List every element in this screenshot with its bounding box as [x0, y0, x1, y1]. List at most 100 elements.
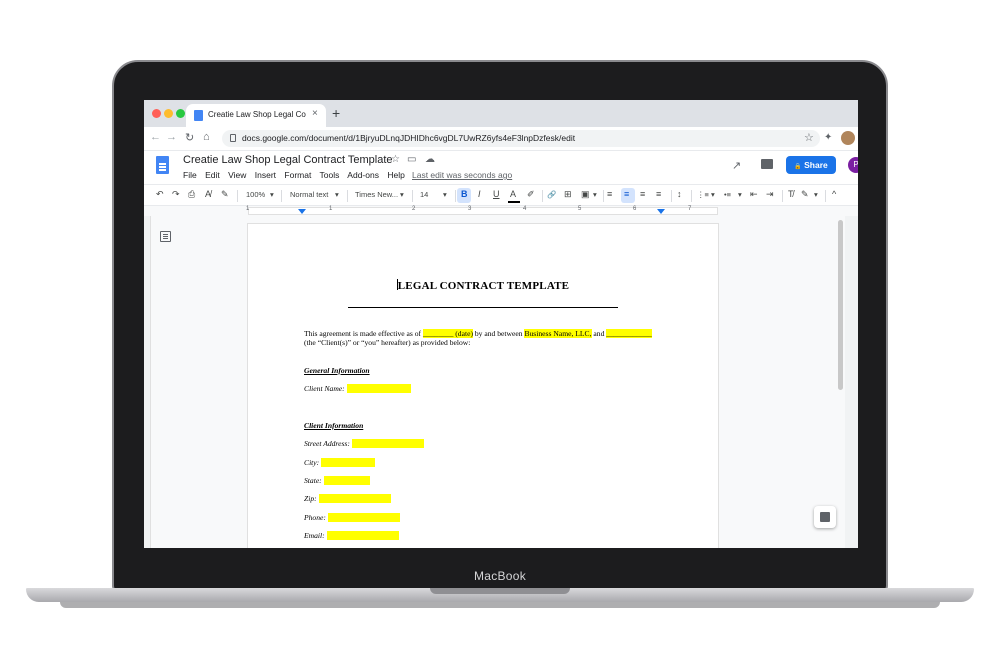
stage: MacBook Creatie Law Shop Legal Contra × …	[0, 0, 1000, 667]
forward-icon[interactable]: →	[166, 131, 177, 143]
zoom-select[interactable]: 100%	[246, 190, 265, 199]
insert-image-icon[interactable]: ▣	[581, 189, 590, 200]
paint-format-icon[interactable]: ✎	[221, 189, 229, 200]
intro-text-1: This agreement is made effective as of	[304, 329, 423, 338]
explore-button[interactable]	[814, 506, 836, 528]
city-field[interactable]: City:	[304, 458, 376, 467]
home-icon[interactable]: ⌂	[203, 131, 210, 143]
phone-blank[interactable]	[327, 513, 400, 522]
clear-formatting-icon[interactable]: T̸	[788, 189, 794, 199]
decrease-indent-icon[interactable]: ⇤	[750, 189, 758, 200]
font-size-select[interactable]: 14	[420, 190, 428, 199]
street-address-field[interactable]: Street Address:	[304, 439, 424, 448]
collapse-menus-icon[interactable]: ^	[832, 189, 836, 199]
party-placeholder[interactable]: ____________	[606, 329, 652, 338]
bookmark-star-icon[interactable]: ☆	[804, 131, 814, 144]
left-indent-marker[interactable]	[298, 209, 306, 214]
editing-mode-icon[interactable]: ✎	[801, 189, 809, 200]
tab-close-icon[interactable]: ×	[312, 108, 318, 119]
state-field[interactable]: State:	[304, 476, 370, 485]
redo-icon[interactable]: ↷	[172, 189, 180, 200]
zip-field[interactable]: Zip:	[304, 494, 391, 503]
underline-button[interactable]: U	[493, 189, 500, 199]
intro-line-1[interactable]: This agreement is made effective as of _…	[304, 329, 652, 338]
window-minimize-button[interactable]	[164, 109, 173, 118]
align-left-icon[interactable]: ≡	[607, 189, 612, 199]
insert-comment-icon[interactable]: ⊞	[564, 189, 572, 200]
client-information-heading[interactable]: Client Information	[304, 421, 363, 430]
font-dropdown-icon[interactable]: ▾	[400, 190, 404, 199]
editing-mode-dropdown-icon[interactable]: ▾	[814, 190, 818, 199]
undo-icon[interactable]: ↶	[156, 189, 164, 200]
window-close-button[interactable]	[152, 109, 161, 118]
city-blank[interactable]	[321, 458, 376, 467]
numbered-list-icon[interactable]: ⋮≡	[697, 190, 709, 199]
print-icon[interactable]: ⎙	[188, 189, 195, 200]
reload-icon[interactable]: ↻	[185, 131, 194, 144]
last-edit-link[interactable]: Last edit was seconds ago	[412, 170, 512, 180]
document-outline-icon[interactable]	[160, 231, 171, 242]
docs-logo-icon[interactable]	[156, 156, 169, 174]
text-color-button[interactable]: A	[510, 189, 516, 199]
bulleted-list-dropdown-icon[interactable]: ▾	[738, 190, 742, 199]
numbered-list-dropdown-icon[interactable]: ▾	[711, 190, 715, 199]
increase-indent-icon[interactable]: ⇥	[766, 189, 774, 200]
menu-insert[interactable]: Insert	[255, 170, 276, 180]
italic-button[interactable]: I	[478, 189, 481, 199]
activity-dashboard-icon[interactable]: ↗	[732, 159, 741, 172]
insert-link-icon[interactable]: 🔗	[547, 190, 556, 199]
zoom-dropdown-icon[interactable]: ▾	[270, 190, 274, 199]
paragraph-style-select[interactable]: Normal text	[290, 190, 328, 199]
browser-tab[interactable]: Creatie Law Shop Legal Contra ×	[186, 104, 326, 127]
window-maximize-button[interactable]	[176, 109, 185, 118]
star-document-icon[interactable]: ☆	[391, 154, 400, 165]
style-dropdown-icon[interactable]: ▾	[335, 190, 339, 199]
bulleted-list-icon[interactable]: •≡	[724, 190, 731, 199]
phone-field[interactable]: Phone:	[304, 513, 400, 522]
zip-blank[interactable]	[318, 494, 391, 503]
document-title[interactable]: Creatie Law Shop Legal Contract Template	[183, 154, 393, 166]
document-page[interactable]: LEGAL CONTRACT TEMPLATE This agreement i…	[248, 224, 718, 548]
state-blank[interactable]	[323, 476, 370, 485]
extensions-icon[interactable]: ✦	[824, 132, 832, 143]
new-tab-button[interactable]: +	[332, 105, 340, 121]
browser-tab-bar: Creatie Law Shop Legal Contra × +	[144, 100, 858, 127]
move-to-folder-icon[interactable]: ▭	[407, 154, 416, 165]
intro-line-2[interactable]: (the “Client(s)” or “you” hereafter) as …	[304, 338, 470, 347]
menu-add-ons[interactable]: Add-ons	[347, 170, 379, 180]
align-center-icon[interactable]: ≡	[624, 189, 629, 199]
share-button[interactable]: 🔒 Share	[786, 156, 836, 174]
right-indent-marker[interactable]	[657, 209, 665, 214]
menu-format[interactable]: Format	[284, 170, 311, 180]
email-field[interactable]: Email:	[304, 531, 399, 540]
address-bar[interactable]: docs.google.com/document/d/1BjryuDLnqJDH…	[222, 130, 820, 147]
menu-view[interactable]: View	[228, 170, 246, 180]
back-icon[interactable]: ←	[150, 131, 161, 143]
menu-edit[interactable]: Edit	[205, 170, 220, 180]
font-family-select[interactable]: Times New...	[355, 190, 398, 199]
justify-icon[interactable]: ≡	[656, 189, 661, 199]
date-placeholder[interactable]: ________ (date)	[423, 329, 473, 338]
line-spacing-icon[interactable]: ↕	[677, 189, 682, 199]
street-address-blank[interactable]	[351, 439, 424, 448]
browser-profile-avatar[interactable]	[841, 131, 855, 145]
size-dropdown-icon[interactable]: ▾	[443, 190, 447, 199]
menu-help[interactable]: Help	[387, 170, 404, 180]
bold-button[interactable]: B	[461, 189, 468, 199]
align-right-icon[interactable]: ≡	[640, 189, 645, 199]
menu-file[interactable]: File	[183, 170, 197, 180]
comment-history-icon[interactable]	[761, 159, 773, 169]
cloud-status-icon[interactable]: ☁	[425, 154, 435, 165]
business-name-placeholder[interactable]: Business Name, LLC,	[524, 329, 592, 338]
account-avatar[interactable]: P	[848, 157, 858, 173]
image-dropdown-icon[interactable]: ▾	[593, 190, 597, 199]
document-heading[interactable]: LEGAL CONTRACT TEMPLATE	[248, 279, 718, 292]
menu-tools[interactable]: Tools	[320, 170, 340, 180]
client-name-field[interactable]: Client Name:	[304, 384, 411, 393]
email-blank[interactable]	[326, 531, 399, 540]
spellcheck-icon[interactable]: A̸	[205, 189, 211, 199]
general-information-heading[interactable]: General Information	[304, 366, 370, 375]
highlight-color-icon[interactable]: ✐	[527, 189, 535, 200]
client-name-blank[interactable]	[346, 384, 411, 393]
vertical-scrollbar[interactable]	[838, 220, 843, 390]
